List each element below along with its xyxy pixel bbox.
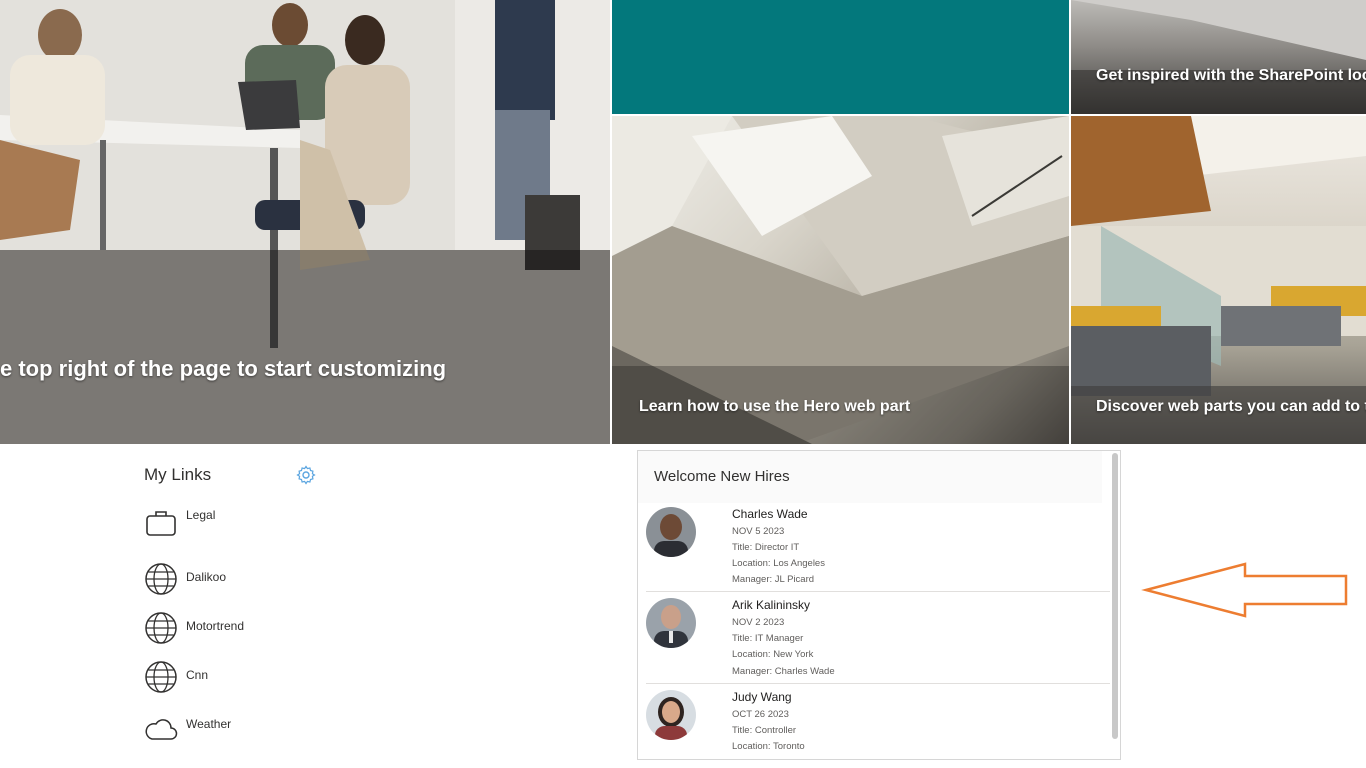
avatar — [646, 598, 696, 648]
link-item-weather[interactable]: Weather — [144, 711, 344, 747]
office-lobby-photo — [1071, 116, 1366, 444]
gear-icon[interactable] — [296, 465, 316, 485]
annotation-arrow-icon — [1141, 562, 1348, 618]
hero-web-part: e top right of the page to start customi… — [0, 0, 1366, 444]
hire-date: NOV 2 2023 — [732, 617, 785, 628]
hire-title: Title: IT Manager — [732, 633, 804, 644]
link-label: Dalikoo — [186, 570, 227, 584]
hero-tile-main[interactable]: e top right of the page to start customi… — [0, 0, 610, 444]
hire-title: Title: Controller — [732, 725, 797, 736]
hero-tile-web-parts-caption: Discover web parts you can add to t — [1096, 398, 1366, 415]
avatar — [646, 690, 696, 740]
list-item[interactable]: Judy Wang OCT 26 2023 Title: Controller … — [646, 684, 1110, 759]
new-hires-web-part: Welcome New Hires Charles Wade NOV 5 202… — [637, 450, 1121, 760]
hire-manager: Manager: JL Picard — [732, 574, 815, 585]
hero-tile-main-caption: e top right of the page to start customi… — [0, 356, 447, 381]
hero-tile-hero-web-part-caption: Learn how to use the Hero web part — [639, 398, 911, 415]
link-label: Motortrend — [186, 619, 245, 633]
hire-name: Arik Kalininsky — [732, 598, 811, 612]
briefcase-icon — [146, 511, 176, 536]
list-item[interactable]: Charles Wade NOV 5 2023 Title: Director … — [646, 501, 1110, 591]
hire-location: Location: Los Angeles — [732, 558, 825, 569]
link-label: Cnn — [186, 668, 209, 682]
hire-location: Location: Toronto — [732, 741, 805, 752]
architecture-photo — [612, 116, 1069, 444]
link-item-legal[interactable]: Legal — [144, 506, 344, 542]
list-item[interactable]: Arik Kalininsky NOV 2 2023 Title: IT Man… — [646, 592, 1110, 682]
hero-tile-sharepoint-look-book-caption: Get inspired with the SharePoint loo — [1096, 67, 1366, 84]
hire-date: OCT 26 2023 — [732, 709, 789, 720]
link-label: Legal — [186, 508, 216, 522]
hire-location: Location: New York — [732, 649, 814, 660]
hire-manager: Manager: Charles Wade — [732, 666, 835, 677]
sharepoint-look-book-photo — [1071, 0, 1366, 114]
new-hires-header: Welcome New Hires — [638, 451, 1102, 503]
globe-icon — [145, 612, 177, 644]
link-label: Weather — [186, 717, 232, 731]
new-hires-title: Welcome New Hires — [654, 468, 790, 485]
hero-tile-sharepoint-look-book[interactable]: Get inspired with the SharePoint loo — [1071, 0, 1366, 114]
cloud-icon — [145, 719, 178, 740]
my-links-title: My Links — [144, 465, 212, 484]
hero-tile-hero-web-part[interactable]: Learn how to use the Hero web part — [612, 116, 1069, 444]
scrollbar[interactable] — [1112, 453, 1118, 739]
hire-date: NOV 5 2023 — [732, 526, 785, 537]
hero-tile-web-parts[interactable]: Discover web parts you can add to t — [1071, 116, 1366, 444]
link-item-cnn[interactable]: Cnn — [144, 660, 344, 696]
avatar — [646, 507, 696, 557]
hero-tile-teal[interactable] — [612, 0, 1069, 114]
globe-icon — [145, 563, 177, 595]
link-item-motortrend[interactable]: Motortrend — [144, 611, 344, 647]
hire-name: Judy Wang — [732, 690, 792, 704]
link-item-dalikoo[interactable]: Dalikoo — [144, 562, 344, 598]
globe-icon — [145, 661, 177, 693]
hire-title: Title: Director IT — [732, 542, 800, 553]
hire-name: Charles Wade — [732, 507, 808, 521]
